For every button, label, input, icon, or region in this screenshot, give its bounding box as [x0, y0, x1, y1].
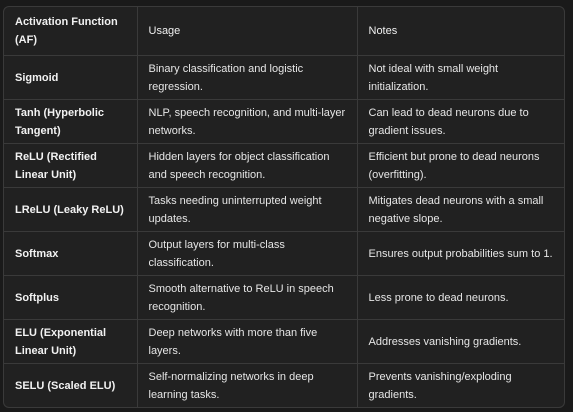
row-notes: Prevents vanishing/exploding gradients.	[356, 363, 564, 407]
table-row: Softplus Smooth alternative to ReLU in s…	[4, 275, 564, 320]
row-function-name: ReLU (Rectified Linear Unit)	[4, 143, 138, 188]
row-function-name: LReLU (Leaky ReLU)	[4, 187, 138, 232]
row-usage: Hidden layers for object classification …	[136, 143, 358, 188]
header-notes: Notes	[356, 7, 564, 56]
row-notes: Less prone to dead neurons.	[356, 275, 564, 320]
row-function-name: ELU (Exponential Linear Unit)	[4, 319, 138, 364]
row-usage: Tasks needing uninterrupted weight updat…	[136, 187, 358, 232]
table-row: Softmax Output layers for multi-class cl…	[4, 231, 564, 276]
activation-functions-table: Activation Function (AF) Usage Notes Sig…	[4, 7, 564, 407]
row-function-name: Softplus	[4, 275, 138, 320]
row-notes: Efficient but prone to dead neurons (ove…	[356, 143, 564, 188]
table-row: ReLU (Rectified Linear Unit) Hidden laye…	[4, 143, 564, 188]
table-row: SELU (Scaled ELU) Self-normalizing netwo…	[4, 363, 564, 407]
row-notes: Can lead to dead neurons due to gradient…	[356, 99, 564, 144]
row-usage: Deep networks with more than five layers…	[136, 319, 358, 364]
table-row: LReLU (Leaky ReLU) Tasks needing uninter…	[4, 187, 564, 232]
row-usage: Binary classification and logistic regre…	[136, 55, 358, 100]
row-notes: Ensures output probabilities sum to 1.	[356, 231, 564, 276]
row-notes: Not ideal with small weight initializati…	[356, 55, 564, 100]
header-usage: Usage	[136, 7, 358, 56]
row-notes: Addresses vanishing gradients.	[356, 319, 564, 364]
table-header-row: Activation Function (AF) Usage Notes	[4, 7, 564, 56]
row-function-name: Sigmoid	[4, 55, 138, 100]
activation-functions-table-container: Activation Function (AF) Usage Notes Sig…	[3, 6, 565, 408]
row-usage: NLP, speech recognition, and multi-layer…	[136, 99, 358, 144]
row-usage: Smooth alternative to ReLU in speech rec…	[136, 275, 358, 320]
table-row: ELU (Exponential Linear Unit) Deep netwo…	[4, 319, 564, 364]
row-notes: Mitigates dead neurons with a small nega…	[356, 187, 564, 232]
row-usage: Self-normalizing networks in deep learni…	[136, 363, 358, 407]
header-activation-function: Activation Function (AF)	[4, 7, 138, 56]
row-function-name: SELU (Scaled ELU)	[4, 363, 138, 407]
table-row: Sigmoid Binary classification and logist…	[4, 55, 564, 100]
row-function-name: Softmax	[4, 231, 138, 276]
table-row: Tanh (Hyperbolic Tangent) NLP, speech re…	[4, 99, 564, 144]
row-usage: Output layers for multi-class classifica…	[136, 231, 358, 276]
row-function-name: Tanh (Hyperbolic Tangent)	[4, 99, 138, 144]
